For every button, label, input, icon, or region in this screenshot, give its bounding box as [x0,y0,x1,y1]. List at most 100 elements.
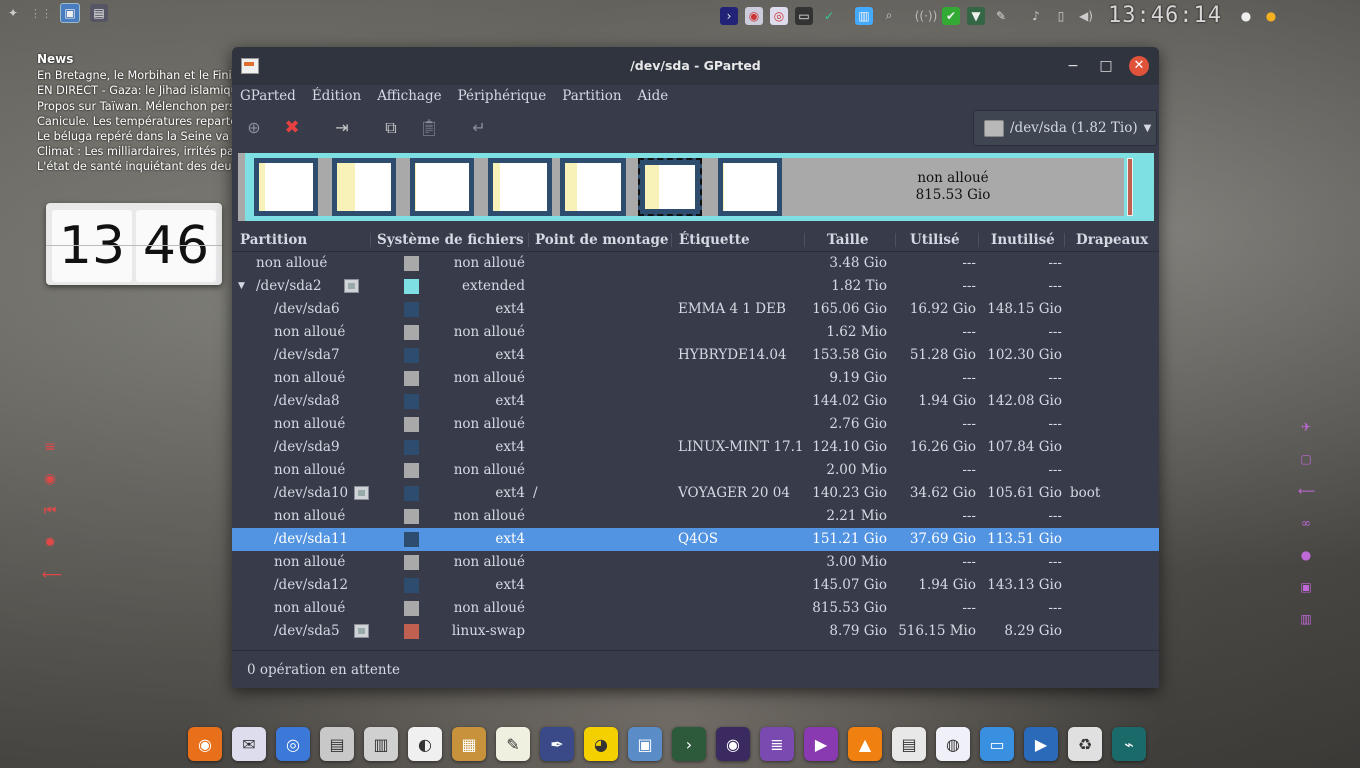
chat-icon[interactable]: ▢ [1298,450,1314,468]
update-tray-icon[interactable]: ◉ [745,6,763,25]
globe-icon[interactable]: ● [1298,546,1314,564]
column-flags[interactable]: Drapeaux [1076,229,1148,251]
firefox-icon[interactable]: ◉ [188,727,222,761]
cd-burner-icon[interactable]: ◐ [408,727,442,761]
column-unused[interactable]: Inutilisé [991,229,1055,251]
inkscape-icon[interactable]: ✒ [540,727,574,761]
chromium-icon[interactable]: ◎ [276,727,310,761]
minimize-button[interactable]: − [1064,57,1082,75]
monitor-tray-icon[interactable]: ▼ [967,6,985,25]
arrow-left-icon[interactable]: ⟵ [1298,482,1315,500]
network-icon[interactable]: ⌁ [1112,727,1146,761]
weather-icon[interactable]: ● [1262,7,1280,25]
graph-partition-sda10[interactable] [560,158,626,216]
graph-extended-partition[interactable]: non alloué 815.53 Gio [245,153,1154,221]
bell-icon[interactable]: ♪ [1027,7,1045,25]
menu-aide[interactable]: Aide [630,85,677,108]
mail-icon[interactable]: ✉ [232,727,266,761]
paste-icon[interactable]: 📋︎ [418,117,440,139]
table-row[interactable]: non alloué non alloué 2.00 Mio --- --- [232,459,1159,482]
menu-gparted[interactable]: GParted [232,85,304,108]
slides-icon[interactable]: ▤ [892,727,926,761]
editor-icon[interactable]: ✎ [496,727,530,761]
archive-icon[interactable]: ▦ [452,727,486,761]
news-item[interactable]: L'état de santé inquiétant des deux [37,159,237,174]
user-icon[interactable]: ● [1237,7,1255,25]
menu-edition[interactable]: Édition [304,85,369,108]
music-icon[interactable]: ◉ [716,727,750,761]
gear-icon[interactable]: ✹ [42,534,58,552]
volume-icon[interactable]: ◀) [1077,7,1095,25]
search-tray-icon[interactable]: ◎ [770,6,788,25]
plane-icon[interactable]: ✈ [1298,418,1314,436]
photo-icon[interactable]: ▣ [628,727,662,761]
video-icon[interactable]: ▶ [804,727,838,761]
screenshot-task-icon[interactable]: ▤ [90,4,108,22]
graph-partition-sda8[interactable] [410,158,474,216]
table-row[interactable]: /dev/sda5 linux-swap 8.79 Gio 516.15 Mio 8.2… [232,620,1159,643]
table-row[interactable]: non alloué non alloué 2.76 Gio --- --- [232,413,1159,436]
graph-partition-sda7[interactable] [332,158,396,216]
column-size[interactable]: Taille [827,229,868,251]
menu-affichage[interactable]: Affichage [369,85,449,108]
graph-partition-sda6[interactable] [254,158,318,216]
column-used[interactable]: Utilisé [910,229,960,251]
news-item[interactable]: Canicule. Les températures repartent [37,114,237,129]
column-partition[interactable]: Partition [240,229,307,251]
graph-unallocated-large[interactable]: non alloué 815.53 Gio [782,158,1124,216]
copy-icon[interactable]: ⧉ [380,117,402,139]
table-row[interactable]: non alloué non alloué 815.53 Gio --- --- [232,597,1159,620]
media-icon[interactable]: ▶ [1024,727,1058,761]
news-item[interactable]: En Bretagne, le Morbihan et le Finistère [37,68,237,83]
mixer-icon[interactable]: ▥ [364,727,398,761]
table-row[interactable]: non alloué non alloué 9.19 Gio --- --- [232,367,1159,390]
terminal-icon[interactable]: › [672,727,706,761]
terminal-tray-icon[interactable]: › [720,6,738,25]
graph-unallocated[interactable] [238,153,245,221]
close-button[interactable]: ✕ [1129,56,1149,76]
device-selector[interactable]: /dev/sda (1.82 Tio) ▼ [973,110,1157,146]
menu-icon[interactable]: ✦ [4,4,22,22]
new-partition-icon[interactable]: ⊕ [243,117,265,139]
files-icon[interactable]: ▤ [320,727,354,761]
checkmark-tray-icon[interactable]: ✔ [942,6,960,25]
graph-partition-sda9[interactable] [488,158,552,216]
table-row[interactable]: /dev/sda12 ext4 145.07 Gio 1.94 Gio 143.13 G… [232,574,1159,597]
gparted-task-icon[interactable]: ▣ [60,3,80,23]
vlc-icon[interactable]: ▲ [848,727,882,761]
skip-back-icon[interactable]: ⏮ [42,502,58,520]
glasses-icon[interactable]: ∞ [1298,514,1314,532]
table-row[interactable]: non alloué non alloué 3.48 Gio --- --- [232,252,1159,275]
column-mountpoint[interactable]: Point de montage [535,229,669,251]
lock-icon[interactable]: ▣ [1298,578,1314,596]
table-row[interactable]: /dev/sda9 ext4 LINUX-MINT 17.1 124.10 Gio 16… [232,436,1159,459]
arrow-left-icon[interactable]: ⟵ [42,566,62,584]
table-row[interactable]: non alloué non alloué 1.62 Mio --- --- [232,321,1159,344]
news-item[interactable]: Le béluga repéré dans la Seine va mal [37,129,237,144]
check-tray-icon[interactable]: ✓ [820,7,838,25]
brush-tray-icon[interactable]: ✎ [992,7,1010,25]
table-row[interactable]: /dev/sda10 ext4 / VOYAGER 20 04 140.23 Gio 34… [232,482,1159,505]
menu-peripherique[interactable]: Périphérique [450,85,555,108]
trash-icon[interactable]: ♻ [1068,727,1102,761]
magnifier-tray-icon[interactable]: ⌕ [880,7,898,25]
battery-icon[interactable]: ▯ [1052,7,1070,25]
expander-arrow-icon[interactable]: ▼ [238,275,245,298]
table-row[interactable]: non alloué non alloué 3.00 Mio --- --- [232,551,1159,574]
title-bar[interactable]: /dev/sda - GParted − □ ✕ [232,47,1159,85]
console-tray-icon[interactable]: ▭ [795,6,813,25]
window-icon[interactable]: ▭ [980,727,1014,761]
disk-usage-graph[interactable]: non alloué 815.53 Gio [238,153,1154,221]
news-item[interactable]: Propos sur Taïwan. Mélenchon persiste [37,99,237,114]
table-row[interactable]: /dev/sda7 ext4 HYBRYDE14.04 153.58 Gio 51.28… [232,344,1159,367]
pacman-icon[interactable]: ◕ [584,727,618,761]
table-row[interactable]: /dev/sda11 ext4 Q4OS 151.21 Gio 37.69 Gio 113… [232,528,1159,551]
chart-tray-icon[interactable]: ▥ [855,6,873,25]
wifi-tray-icon[interactable]: ((·)) [915,7,938,25]
menu-partition[interactable]: Partition [554,85,629,108]
table-row[interactable]: non alloué non alloué 2.21 Mio --- --- [232,505,1159,528]
table-row[interactable]: /dev/sda6 ext4 EMMA 4 1 DEB 165.06 Gio 16.92… [232,298,1159,321]
table-row[interactable]: ▼ /dev/sda2 extended 1.82 Tio --- --- [232,275,1159,298]
sql-icon[interactable]: ≣ [760,727,794,761]
table-row[interactable]: /dev/sda8 ext4 144.02 Gio 1.94 Gio 142.08 Gi… [232,390,1159,413]
